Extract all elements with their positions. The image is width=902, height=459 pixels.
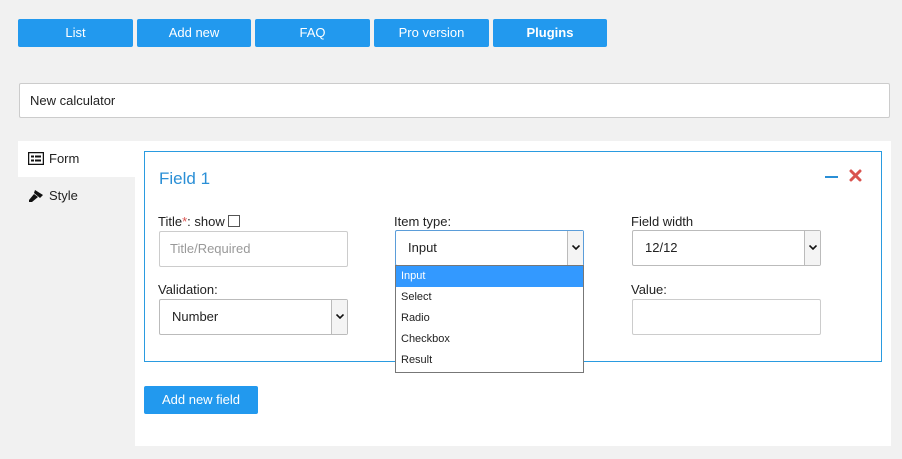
item-type-label: Item type:	[394, 214, 452, 229]
pro-version-button[interactable]: Pro version	[374, 19, 489, 47]
field-width-value: 12/12	[645, 240, 678, 255]
title-placeholder: Title/Required	[170, 241, 251, 256]
value-label: Value:	[631, 282, 667, 297]
title-input[interactable]: Title/Required	[159, 231, 348, 267]
item-type-dropdown: Input Select Radio Checkbox Result	[395, 265, 584, 373]
validation-value: Number	[172, 309, 219, 324]
close-icon[interactable]	[849, 169, 862, 182]
form-icon	[28, 152, 44, 165]
validation-label: Validation:	[158, 282, 218, 297]
title-label-text: Title	[158, 214, 183, 229]
dropdown-option-result[interactable]: Result	[396, 350, 583, 371]
title-show-checkbox[interactable]	[228, 215, 240, 227]
item-type-select[interactable]: Input	[395, 230, 584, 266]
chevron-down-icon	[331, 300, 347, 334]
chevron-down-icon	[567, 231, 583, 265]
field-title: Field 1	[159, 169, 211, 188]
tab-form[interactable]: Form	[18, 141, 135, 177]
dropdown-option-input[interactable]: Input	[396, 266, 583, 287]
add-new-button[interactable]: Add new	[137, 19, 251, 47]
tab-style-label: Style	[49, 188, 78, 203]
field-width-label: Field width	[631, 214, 694, 229]
brush-icon	[29, 190, 43, 202]
add-new-field-button[interactable]: Add new field	[144, 386, 258, 414]
calculator-name-input[interactable]: New calculator	[19, 83, 890, 118]
value-input[interactable]	[632, 299, 821, 335]
plugins-button[interactable]: Plugins	[493, 19, 607, 47]
dropdown-option-select[interactable]: Select	[396, 287, 583, 308]
title-show-text: : show	[187, 214, 225, 229]
field-width-select[interactable]: 12/12	[632, 230, 821, 266]
chevron-down-icon	[804, 231, 820, 265]
item-type-value: Input	[408, 240, 437, 255]
list-button[interactable]: List	[18, 19, 133, 47]
validation-select[interactable]: Number	[159, 299, 348, 335]
faq-button[interactable]: FAQ	[255, 19, 370, 47]
title-label: Title*: show	[158, 214, 225, 229]
dropdown-option-radio[interactable]: Radio	[396, 308, 583, 329]
tab-style[interactable]: Style	[18, 178, 135, 214]
tab-form-label: Form	[49, 151, 80, 166]
collapse-icon[interactable]	[825, 176, 838, 178]
dropdown-option-checkbox[interactable]: Checkbox	[396, 329, 583, 350]
